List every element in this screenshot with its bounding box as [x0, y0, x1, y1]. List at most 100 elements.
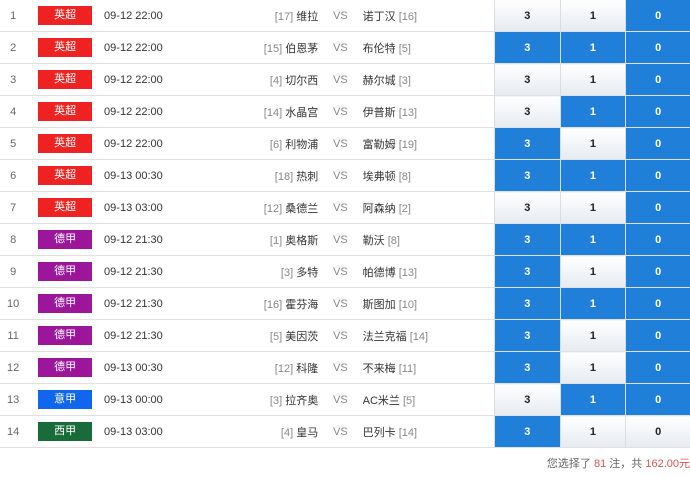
option-draw[interactable]: 1 — [559, 31, 626, 64]
option-lose[interactable]: 0 — [625, 191, 690, 224]
league-badge[interactable]: 英超 — [38, 166, 93, 185]
home-team[interactable]: 热刺 — [296, 171, 318, 183]
away-team[interactable]: 伊普斯 — [363, 107, 396, 119]
league-badge[interactable]: 英超 — [38, 38, 93, 57]
option-win[interactable]: 3 — [493, 287, 561, 320]
away-team[interactable]: 赫尔城 — [363, 75, 396, 87]
home-team[interactable]: 维拉 — [296, 11, 318, 23]
league-badge[interactable]: 英超 — [38, 134, 93, 153]
option-draw[interactable]: 1 — [559, 287, 626, 320]
away-team[interactable]: 法兰克福 — [363, 331, 407, 343]
option-lose[interactable]: 0 — [625, 255, 690, 288]
option-win[interactable]: 3 — [493, 127, 561, 160]
away-rank: [14] — [398, 426, 418, 439]
option-lose[interactable]: 0 — [625, 31, 690, 64]
home-team[interactable]: 水晶宫 — [285, 107, 318, 119]
home-team[interactable]: 切尔西 — [285, 75, 318, 87]
option-win[interactable]: 3 — [493, 415, 561, 448]
option-win[interactable]: 3 — [493, 319, 561, 352]
away-team[interactable]: 巴列卡 — [363, 427, 396, 439]
option-lose[interactable]: 0 — [625, 63, 690, 96]
away-rank: [8] — [398, 170, 411, 183]
home-team[interactable]: 利物浦 — [285, 139, 318, 151]
league-badge[interactable]: 英超 — [38, 198, 93, 217]
option-win[interactable]: 3 — [493, 383, 561, 416]
option-win[interactable]: 3 — [493, 223, 561, 256]
option-lose[interactable]: 0 — [625, 415, 690, 448]
option-win[interactable]: 3 — [493, 351, 561, 384]
option-win[interactable]: 3 — [493, 255, 561, 288]
option-win[interactable]: 3 — [493, 63, 561, 96]
away-team[interactable]: 布伦特 — [363, 43, 396, 55]
league-badge[interactable]: 德甲 — [38, 230, 93, 249]
option-draw[interactable]: 1 — [559, 127, 626, 160]
option-draw[interactable]: 1 — [559, 223, 626, 256]
option-lose[interactable]: 0 — [625, 319, 690, 352]
option-draw[interactable]: 1 — [559, 191, 626, 224]
home-team[interactable]: 拉齐奥 — [285, 395, 318, 407]
option-win[interactable]: 3 — [493, 191, 561, 224]
match-number: 13 — [0, 383, 27, 416]
away-rank: [5] — [398, 42, 411, 55]
home-team[interactable]: 奥格斯 — [285, 235, 318, 247]
away-team[interactable]: 不来梅 — [363, 363, 396, 375]
option-draw[interactable]: 1 — [559, 159, 626, 192]
match-time: 09-12 22:00 — [104, 63, 179, 96]
match-time: 09-12 22:00 — [104, 95, 179, 128]
option-draw[interactable]: 1 — [559, 351, 626, 384]
home-team[interactable]: 美因茨 — [285, 331, 318, 343]
league-badge[interactable]: 德甲 — [38, 358, 93, 377]
home-rank: [5] — [269, 330, 283, 343]
option-win[interactable]: 3 — [493, 0, 561, 32]
home-team[interactable]: 皇马 — [296, 427, 318, 439]
option-draw[interactable]: 1 — [559, 255, 626, 288]
match-time: 09-13 03:00 — [104, 415, 179, 448]
league-badge[interactable]: 西甲 — [38, 422, 93, 441]
option-lose[interactable]: 0 — [625, 223, 690, 256]
league-badge[interactable]: 德甲 — [38, 262, 93, 281]
option-draw[interactable]: 1 — [559, 95, 626, 128]
match-row: 12 德甲 09-13 00:30 [12] 科隆 VS 不来梅 [11] 3 … — [0, 351, 690, 384]
away-team[interactable]: 勒沃 — [363, 235, 385, 247]
league-badge[interactable]: 英超 — [38, 102, 93, 121]
match-number: 14 — [0, 415, 27, 448]
match-time: 09-13 00:00 — [104, 383, 179, 416]
option-draw[interactable]: 1 — [559, 0, 626, 32]
match-number: 10 — [0, 287, 27, 320]
vs-label: VS — [318, 255, 363, 288]
match-row: 13 意甲 09-13 00:00 [3] 拉齐奥 VS AC米兰 [5] 3 … — [0, 383, 690, 416]
home-team[interactable]: 科隆 — [296, 363, 318, 375]
option-draw[interactable]: 1 — [559, 415, 626, 448]
league-badge[interactable]: 英超 — [38, 70, 93, 89]
away-team[interactable]: 富勒姆 — [363, 139, 396, 151]
total-amount: 162.00元 — [645, 458, 690, 470]
away-team[interactable]: 诺丁汉 — [363, 11, 396, 23]
home-team[interactable]: 伯恩茅 — [285, 43, 318, 55]
home-team[interactable]: 多特 — [296, 267, 318, 279]
league-badge[interactable]: 德甲 — [38, 326, 93, 345]
option-win[interactable]: 3 — [493, 95, 561, 128]
league-badge[interactable]: 意甲 — [38, 390, 93, 409]
option-lose[interactable]: 0 — [625, 95, 690, 128]
option-lose[interactable]: 0 — [625, 0, 690, 32]
home-team[interactable]: 桑德兰 — [285, 203, 318, 215]
option-lose[interactable]: 0 — [625, 383, 690, 416]
option-lose[interactable]: 0 — [625, 127, 690, 160]
option-lose[interactable]: 0 — [625, 159, 690, 192]
option-lose[interactable]: 0 — [625, 351, 690, 384]
away-team[interactable]: 斯图加 — [363, 299, 396, 311]
home-team[interactable]: 霍芬海 — [285, 299, 318, 311]
away-team[interactable]: 帕德博 — [363, 267, 396, 279]
league-badge[interactable]: 英超 — [38, 6, 93, 25]
league-badge[interactable]: 德甲 — [38, 294, 93, 313]
away-team[interactable]: 埃弗顿 — [363, 171, 396, 183]
vs-label: VS — [318, 383, 363, 416]
option-draw[interactable]: 1 — [559, 63, 626, 96]
option-win[interactable]: 3 — [493, 31, 561, 64]
option-win[interactable]: 3 — [493, 159, 561, 192]
away-team[interactable]: AC米兰 — [363, 395, 400, 407]
option-draw[interactable]: 1 — [559, 383, 626, 416]
option-draw[interactable]: 1 — [559, 319, 626, 352]
option-lose[interactable]: 0 — [625, 287, 690, 320]
away-team[interactable]: 阿森纳 — [363, 203, 396, 215]
